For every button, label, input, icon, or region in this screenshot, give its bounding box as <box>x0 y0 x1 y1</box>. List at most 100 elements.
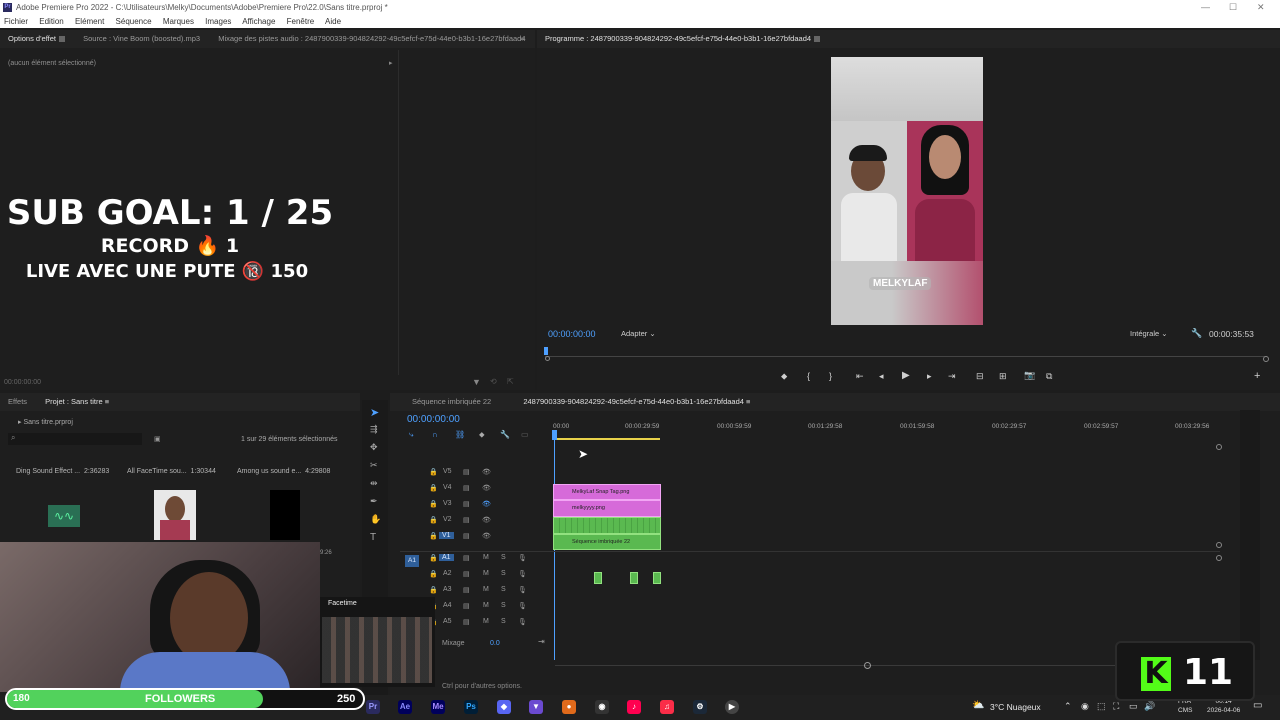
black-thumbnail[interactable] <box>270 490 300 540</box>
clip-snap-tag[interactable]: MelkyLaf Snap Tag.png <box>553 484 661 500</box>
facetime-thumbnail[interactable] <box>154 490 196 540</box>
track-header-v1[interactable]: 🔒 V1 ▤ 👁 <box>425 532 550 548</box>
captions-icon[interactable]: ▭ <box>521 430 529 439</box>
clip-v2-strip[interactable] <box>553 517 661 534</box>
text-tool-icon[interactable]: T <box>370 532 376 543</box>
mix-value[interactable]: 0.0 <box>490 640 500 647</box>
steam-taskbar-icon[interactable]: ⚙ <box>693 700 707 714</box>
premiere-taskbar-icon[interactable]: Pr <box>366 700 380 714</box>
pen-icon[interactable]: ✒ <box>370 496 378 507</box>
tab-project[interactable]: Projet : Sans titre ≡ <box>37 393 117 411</box>
tab-main-sequence[interactable]: 2487900339-904824292-49c5efcf-e75d-44e0-… <box>501 393 758 411</box>
out-handle[interactable] <box>1263 356 1269 362</box>
project-search-input[interactable]: ⌕ <box>8 433 142 445</box>
slip-icon[interactable]: ⇹ <box>370 478 378 489</box>
photoshop-taskbar-icon[interactable]: Ps <box>464 700 478 714</box>
source-patch-a1[interactable]: A1 <box>405 555 419 567</box>
menu-element[interactable]: Elément <box>75 17 104 26</box>
clip-melky[interactable]: melkyyyy.png <box>553 500 661 517</box>
camera-icon[interactable]: 📷 <box>1024 370 1035 381</box>
tab-effect-options[interactable]: Options d'effet <box>0 30 73 48</box>
extract-icon[interactable]: ⊞ <box>999 371 1007 382</box>
lift-icon[interactable]: ⊟ <box>976 371 984 382</box>
ripple-edit-icon[interactable]: ✥ <box>370 442 378 453</box>
discord-taskbar-icon[interactable]: ◆ <box>497 700 511 714</box>
timeline-ruler[interactable]: 00:00 00:00:29:59 00:00:59:59 00:01:29:5… <box>553 420 1218 442</box>
menu-affichage[interactable]: Affichage <box>242 17 275 26</box>
go-to-end-icon[interactable]: ⇥ <box>538 637 545 646</box>
notification-icon[interactable]: ▭ <box>1253 700 1262 711</box>
panel-overflow-icon[interactable]: » <box>520 34 524 43</box>
menu-fenetre[interactable]: Fenêtre <box>287 17 315 26</box>
quality-dropdown[interactable]: Intégrale ⌄ <box>1130 329 1168 338</box>
obs-taskbar-icon[interactable]: ◉ <box>595 700 609 714</box>
menu-aide[interactable]: Aide <box>325 17 341 26</box>
add-marker-icon[interactable]: ⬥ <box>479 430 485 440</box>
music-taskbar-icon[interactable]: ♫ <box>660 700 674 714</box>
close-icon[interactable]: ✕ <box>1257 2 1265 13</box>
scroll-handle[interactable] <box>1216 444 1222 450</box>
compare-icon[interactable]: ⧉ <box>1046 371 1052 382</box>
mark-in-icon[interactable]: { <box>807 371 810 381</box>
selection-tool-icon[interactable]: ➤ <box>370 406 379 419</box>
minimize-icon[interactable]: — <box>1201 2 1210 12</box>
nest-icon[interactable]: ⤷ <box>409 430 413 440</box>
after-effects-taskbar-icon[interactable]: Ae <box>398 700 412 714</box>
scroll-handle[interactable] <box>1216 542 1222 548</box>
track-header-a1[interactable]: 🔒 A1 ▤ M S 🎙 <box>425 554 550 570</box>
export-icon[interactable]: ⇱ <box>507 377 514 386</box>
track-header-v3[interactable]: 🔒 V3 ▤ 👁 <box>425 500 550 516</box>
volume-icon[interactable]: 🔊 <box>1144 701 1155 712</box>
shield-taskbar-icon[interactable]: ▼ <box>529 700 543 714</box>
audio-waveform-icon[interactable]: ∿∿ <box>48 505 80 527</box>
program-scrubber[interactable] <box>545 356 1267 357</box>
tab-nested-sequence[interactable]: Séquence imbriquée 22 <box>390 393 499 411</box>
wrench-icon[interactable]: 🔧 <box>1191 328 1202 339</box>
filter-icon[interactable]: ▼ <box>472 377 481 387</box>
track-header-v5[interactable]: 🔒 V5 ▤ 👁 <box>425 468 550 484</box>
track-header-v4[interactable]: 🔒 V4 ▤ 👁 <box>425 484 550 500</box>
menu-sequence[interactable]: Séquence <box>116 17 152 26</box>
go-to-out-icon[interactable]: ⇥ <box>948 371 956 382</box>
tab-audio-mixer[interactable]: Mixage des pistes audio : 2487900339-904… <box>210 30 533 48</box>
tiktok-taskbar-icon[interactable]: ♪ <box>627 700 641 714</box>
hand-icon[interactable]: ✋ <box>370 514 381 525</box>
fit-dropdown[interactable]: Adapter ⌄ <box>621 329 656 338</box>
tab-effects[interactable]: Effets <box>0 393 35 411</box>
scroll-handle[interactable] <box>1216 555 1222 561</box>
step-forward-icon[interactable]: ▸ <box>927 371 932 382</box>
track-header-a5[interactable]: 🔒A5▤MS🎙 <box>425 618 550 634</box>
clip-nested-sequence[interactable]: Séquence imbriquée 22 <box>553 534 661 550</box>
track-header-a4[interactable]: 🔒A4▤MS🎙 <box>425 602 550 618</box>
track-header-v2[interactable]: 🔒 V2 ▤ 👁 <box>425 516 550 532</box>
play-icon[interactable]: ▶ <box>902 370 910 381</box>
project-item-ding[interactable]: Ding Sound Effect ... 2:36283 <box>16 468 109 475</box>
track-header-a2[interactable]: 🔒 A2 ▤ M S 🎙 <box>425 570 550 586</box>
snap-icon[interactable]: ∩ <box>432 430 438 439</box>
menu-edition[interactable]: Edition <box>39 17 63 26</box>
program-video-frame[interactable]: MELKYLAF <box>831 57 983 325</box>
timeline-playhead-handle[interactable] <box>552 430 557 440</box>
add-button-icon[interactable]: + <box>1254 370 1260 382</box>
tray-icon[interactable]: ◉ <box>1081 701 1089 712</box>
tray-icon[interactable]: ⛶ <box>1113 701 1119 712</box>
audio-clip[interactable] <box>594 572 602 584</box>
facetime-window[interactable]: Facetime <box>320 597 435 687</box>
audio-clip[interactable] <box>653 572 661 584</box>
network-icon[interactable]: ▭ <box>1129 701 1138 712</box>
track-header-a3[interactable]: 🔒 A3 ▤ M S 🎙 <box>425 586 550 602</box>
timeline-timecode[interactable]: 00:00:00:00 <box>407 414 460 425</box>
menu-images[interactable]: Images <box>205 17 231 26</box>
mark-out-icon[interactable]: } <box>829 371 832 381</box>
timeline-settings-icon[interactable]: 🔧 <box>500 430 510 439</box>
step-back-icon[interactable]: ◂ <box>879 371 884 382</box>
project-item-facetime[interactable]: All FaceTime sou... 1:30344 <box>127 468 216 475</box>
new-bin-icon[interactable]: ▣ <box>154 435 161 443</box>
project-item-among-us[interactable]: Among us sound e... 4:29808 <box>237 468 330 475</box>
work-area-bar[interactable] <box>553 438 660 440</box>
marker-icon[interactable]: ⬥ <box>781 371 787 382</box>
tab-program[interactable]: Programme : 2487900339-904824292-49c5efc… <box>537 30 828 48</box>
program-timecode[interactable]: 00:00:00:00 <box>548 329 596 339</box>
razor-icon[interactable]: ✂ <box>370 460 378 471</box>
menu-marques[interactable]: Marques <box>163 17 194 26</box>
